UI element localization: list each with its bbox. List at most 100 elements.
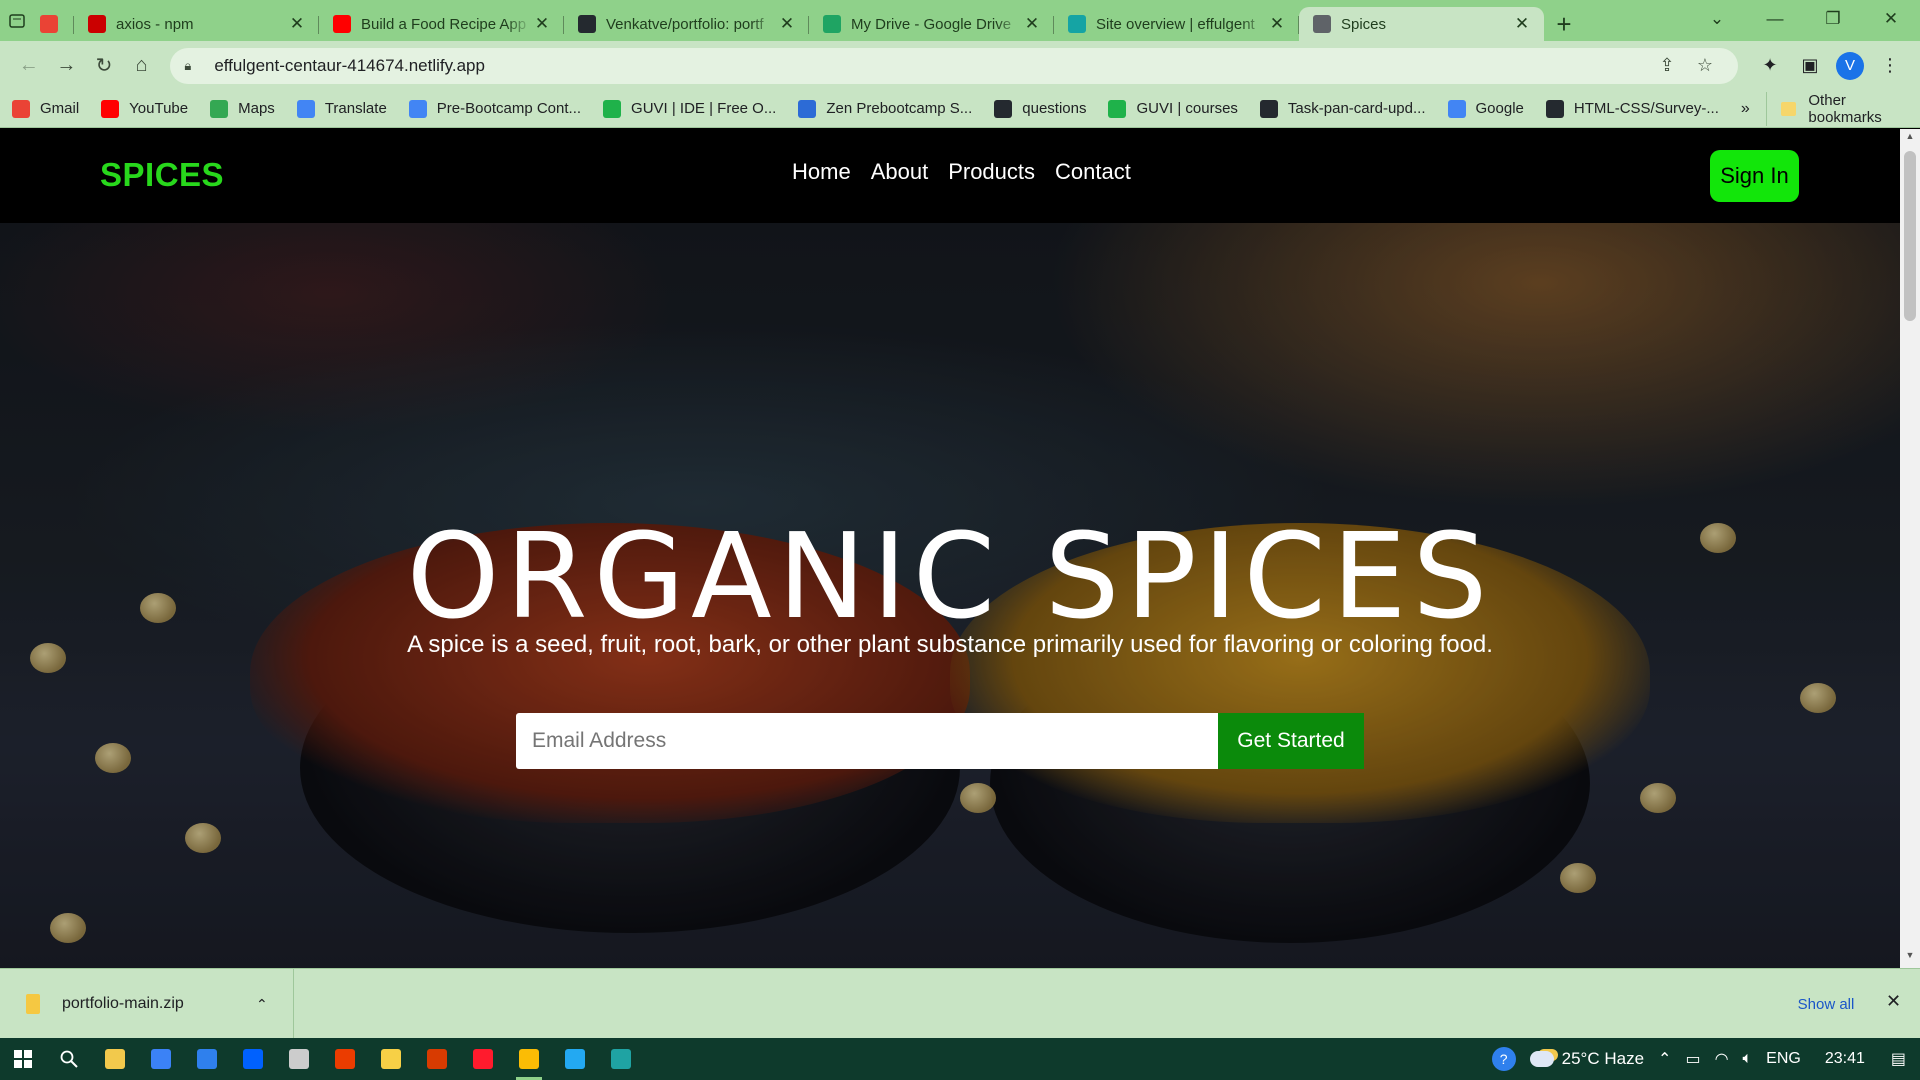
home-button[interactable]: ⌂ <box>123 47 161 85</box>
google-icon <box>1447 99 1466 118</box>
close-downloads-icon[interactable]: ✕ <box>1886 991 1901 1012</box>
nav-about-link[interactable]: About <box>871 159 929 185</box>
docs-icon <box>408 99 427 118</box>
get-started-button[interactable]: Get Started <box>1218 713 1364 769</box>
download-item[interactable]: portfolio-main.zip ⌃ <box>0 969 294 1039</box>
tab[interactable]: Venkatve/portfolio: portf ✕ <box>564 7 809 41</box>
site-brand-logo[interactable]: SPICES <box>100 156 224 194</box>
bookmark-label: HTML-CSS/Survey-... <box>1573 100 1719 117</box>
bookmark-label: GUVI | IDE | Free O... <box>631 100 777 117</box>
tab[interactable]: axios - npm ✕ <box>74 7 319 41</box>
site-menu: Home About Products Contact <box>792 159 1131 185</box>
app-glyph <box>105 1049 125 1069</box>
back-button[interactable]: ← <box>10 47 48 85</box>
settings-icon[interactable] <box>276 1038 322 1080</box>
reload-button[interactable]: ↻ <box>85 47 123 85</box>
file-explorer-icon[interactable] <box>92 1038 138 1080</box>
bookmark-star-icon[interactable]: ☆ <box>1686 55 1724 76</box>
show-all-downloads-button[interactable]: Show all <box>1781 987 1871 1021</box>
share-icon[interactable]: ⇪ <box>1648 55 1686 76</box>
battery-icon[interactable]: ▭ <box>1685 1049 1700 1069</box>
download-filename: portfolio-main.zip <box>62 995 184 1012</box>
close-tab-icon[interactable]: ✕ <box>777 14 797 34</box>
bookmark-item[interactable]: HTML-CSS/Survey-... <box>1545 99 1719 118</box>
scroll-up-arrow-icon[interactable]: ▲ <box>1900 131 1920 147</box>
bookmark-item[interactable]: Pre-Bootcamp Cont... <box>408 99 581 118</box>
bookmark-item[interactable]: GUVI | courses <box>1108 99 1238 118</box>
help-icon[interactable]: ? <box>1491 1047 1516 1071</box>
side-panel-icon[interactable]: ▣ <box>1790 55 1830 76</box>
vscode-icon[interactable] <box>552 1038 598 1080</box>
other-bookmarks[interactable]: Other bookmarks <box>1765 91 1908 126</box>
bookmark-item[interactable]: Zen Prebootcamp S... <box>798 99 972 118</box>
bookmark-list: Gmail YouTube Maps Translate Pre-Bootcamp Co… <box>12 99 1741 118</box>
minimize-icon[interactable]: — <box>1746 0 1804 38</box>
tab-search-icon[interactable] <box>0 0 34 41</box>
tab-list-chevron-icon[interactable]: ⌄ <box>1688 0 1746 38</box>
app-glyph <box>151 1049 171 1069</box>
hero-section: ORGANIC SPICES A spice is a seed, fruit,… <box>0 223 1900 968</box>
bookmarks-overflow-chevron[interactable]: » <box>1741 100 1750 118</box>
wifi-icon[interactable]: ◠ <box>1715 1049 1729 1069</box>
sign-in-button[interactable]: Sign In <box>1710 150 1799 202</box>
close-tab-icon[interactable]: ✕ <box>1022 14 1042 34</box>
address-bar[interactable]: 🔒︎ effulgent-centaur-414674.netlify.app … <box>170 47 1738 84</box>
mail-icon[interactable] <box>184 1038 230 1080</box>
notifications-icon[interactable]: ▤ <box>1891 1049 1906 1069</box>
extensions-icon[interactable]: ✦ <box>1750 55 1790 76</box>
taskbar-apps <box>46 1038 644 1080</box>
close-tab-icon[interactable]: ✕ <box>1267 14 1287 34</box>
store-icon[interactable] <box>138 1038 184 1080</box>
chrome-icon[interactable] <box>506 1038 552 1080</box>
bookmark-item[interactable]: Google <box>1447 99 1524 118</box>
nav-home-link[interactable]: Home <box>792 159 851 185</box>
windows-taskbar: ? 25°C Haze ⌃ ▭ ◠ 🔈︎ ENG 23:41 ▤ <box>0 1038 1920 1080</box>
nav-contact-link[interactable]: Contact <box>1055 159 1131 185</box>
tab[interactable]: Site overview | effulgent ✕ <box>1054 7 1299 41</box>
chevron-up-icon[interactable]: ⌃ <box>1658 1049 1671 1069</box>
bookmark-item[interactable]: Task-pan-card-upd... <box>1259 99 1426 118</box>
bookmark-item[interactable]: GUVI | IDE | Free O... <box>603 99 777 118</box>
tab-title: Venkatve/portfolio: portf <box>606 15 764 33</box>
forward-button[interactable]: → <box>48 47 86 85</box>
menu-kebab-icon[interactable]: ⋮ <box>1870 55 1910 76</box>
onenote-icon[interactable] <box>414 1038 460 1080</box>
chevron-up-icon[interactable]: ⌃ <box>256 996 268 1013</box>
windows-start-icon[interactable] <box>0 1038 46 1080</box>
new-tab-button[interactable]: + <box>1544 7 1584 41</box>
email-input[interactable] <box>516 713 1218 769</box>
scrollbar-thumb[interactable] <box>1904 151 1916 321</box>
tab[interactable]: Spices ✕ <box>1299 7 1544 41</box>
bookmark-item[interactable]: Translate <box>296 99 387 118</box>
restore-icon[interactable]: ❐ <box>1804 0 1862 38</box>
bookmark-item[interactable]: Maps <box>210 99 275 118</box>
language-indicator[interactable]: ENG <box>1766 1050 1801 1068</box>
tab[interactable]: Build a Food Recipe App ✕ <box>319 7 564 41</box>
close-window-icon[interactable]: ✕ <box>1862 0 1920 38</box>
dropbox-icon[interactable] <box>230 1038 276 1080</box>
edge-icon[interactable] <box>598 1038 644 1080</box>
page-viewport: SPICES Home About Products Contact Sign … <box>0 129 1900 968</box>
url-text[interactable]: effulgent-centaur-414674.netlify.app <box>214 56 1648 76</box>
bookmark-item[interactable]: YouTube <box>101 99 188 118</box>
scroll-down-arrow-icon[interactable]: ▼ <box>1900 950 1920 966</box>
page-scrollbar[interactable]: ▲ ▼ <box>1900 129 1920 968</box>
opera-icon[interactable] <box>460 1038 506 1080</box>
tab[interactable]: My Drive - Google Drive ✕ <box>809 7 1054 41</box>
nav-products-link[interactable]: Products <box>948 159 1035 185</box>
search-icon[interactable] <box>46 1038 92 1080</box>
app-glyph <box>289 1049 309 1069</box>
bookmark-item[interactable]: Gmail <box>12 99 79 118</box>
close-tab-icon[interactable]: ✕ <box>1512 14 1532 34</box>
office-icon[interactable] <box>322 1038 368 1080</box>
close-tab-icon[interactable]: ✕ <box>532 14 552 34</box>
tab-title: Site overview | effulgent <box>1096 15 1255 33</box>
sticky-notes-icon[interactable] <box>368 1038 414 1080</box>
volume-icon[interactable]: 🔈︎ <box>1743 1050 1753 1068</box>
clock[interactable]: 23:41 <box>1825 1050 1865 1068</box>
bookmark-item[interactable]: questions <box>994 99 1086 118</box>
weather-widget[interactable]: 25°C Haze <box>1529 1049 1644 1069</box>
close-tab-icon[interactable]: ✕ <box>287 14 307 34</box>
tab[interactable] <box>34 7 74 41</box>
profile-avatar[interactable]: V <box>1836 51 1864 80</box>
